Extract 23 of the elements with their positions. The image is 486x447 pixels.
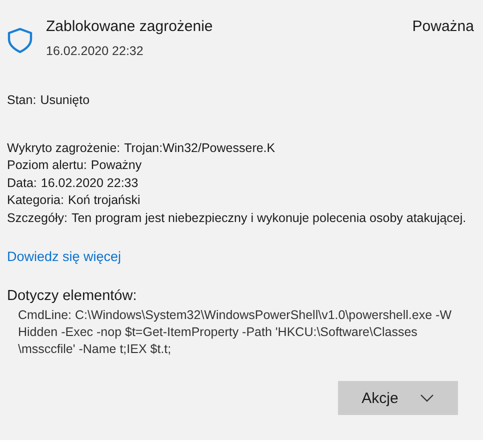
affected-heading: Dotyczy elementów: — [7, 287, 138, 305]
detail-value: Koń trojański — [68, 192, 140, 209]
detail-value: Poważny — [90, 157, 142, 174]
shield-icon — [7, 27, 33, 53]
detail-value: Ten program jest niebezpieczny i wykonuje polecenia osoby atakującej. — [71, 210, 466, 227]
actions-dropdown-button[interactable]: Akcje — [338, 381, 458, 415]
status-label: Stan: — [7, 92, 36, 109]
detail-label: Wykryto zagrożenie: — [7, 140, 120, 157]
threat-title: Zablokowane zagrożenie — [46, 17, 214, 37]
detail-value: 16.02.2020 22:33 — [40, 174, 138, 192]
detail-label: Data: — [7, 174, 37, 192]
severity-label: Poważna — [412, 17, 474, 37]
detail-label: Szczegóły: — [7, 210, 68, 227]
threat-date: 16.02.2020 22:32 — [46, 43, 144, 60]
detail-label: Poziom alertu: — [7, 157, 87, 174]
detail-value: Trojan:Win32/Powessere.K — [124, 140, 276, 157]
command-line-text: \mssccfile' -Name t;IEX $t.t; — [18, 341, 172, 358]
command-line-text: Hidden -Exec -nop $t=Get-ItemProperty -Path 'HKCU:\Software\Classes — [18, 324, 418, 341]
command-line-text: CmdLine: C:\Windows\System32\WindowsPowerShell\v1.0\powershell.exe -W — [18, 307, 452, 324]
chevron-down-icon — [420, 394, 434, 402]
status-value: Usunięto — [40, 92, 90, 109]
learn-more-link[interactable]: Dowiedz się więcej — [7, 248, 122, 266]
detail-label: Kategoria: — [7, 192, 64, 209]
